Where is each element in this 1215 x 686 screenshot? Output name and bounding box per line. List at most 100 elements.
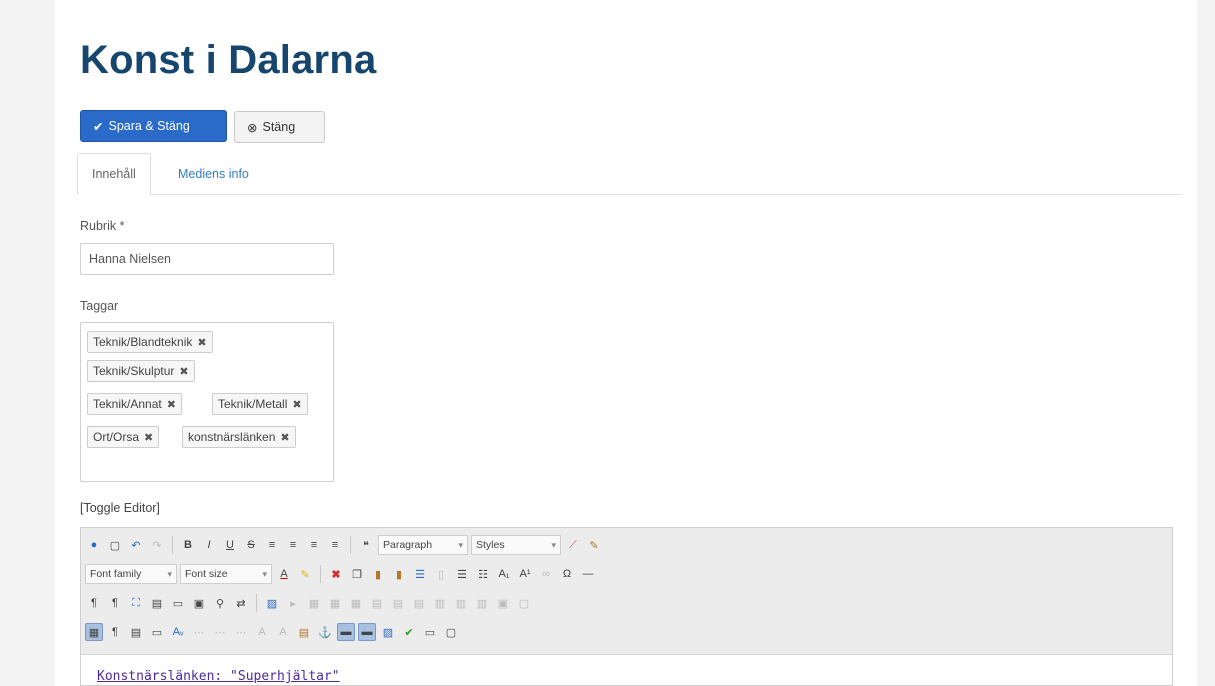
special-char-icon[interactable]: Ω [558, 565, 576, 583]
styles-select[interactable]: Styles ▾ [471, 535, 561, 555]
check-icon: ✔ [93, 119, 104, 134]
remove-tag-icon[interactable]: ✖ [280, 431, 289, 444]
insert-col-after-icon[interactable]: ▥ [452, 594, 470, 612]
tab-media-info[interactable]: Mediens info [164, 153, 263, 194]
tag-chip: Teknik/Annat ✖ [87, 393, 182, 415]
bullet-list-icon[interactable]: ☰ [453, 565, 471, 583]
save-icon[interactable]: ▣ [190, 594, 208, 612]
remove-tag-icon[interactable]: ✖ [144, 431, 153, 444]
font-size-select[interactable]: Font size ▾ [180, 564, 272, 584]
deletion-icon[interactable]: A [253, 623, 271, 641]
cite-icon[interactable]: ⋯ [190, 623, 208, 641]
font-family-select[interactable]: Font family ▾ [85, 564, 177, 584]
paste-icon[interactable]: ▮ [369, 565, 387, 583]
preview-icon[interactable]: ▤ [148, 594, 166, 612]
paste-word-icon[interactable]: ☰ [411, 565, 429, 583]
pagebreak-icon[interactable]: ▬ [358, 623, 376, 641]
toolbar-separator [350, 536, 351, 554]
tab-content[interactable]: Innehåll [77, 153, 151, 195]
show-blocks-icon[interactable]: ¶ [106, 623, 124, 641]
acronym-icon[interactable]: ⋯ [232, 623, 250, 641]
remove-tag-icon[interactable]: ✖ [292, 398, 301, 411]
abbr-icon[interactable]: ⋯ [211, 623, 229, 641]
delete-col-icon[interactable]: ▥ [473, 594, 491, 612]
styles-select-value: Styles [476, 539, 505, 551]
source-code-icon[interactable]: ▭ [421, 623, 439, 641]
table-cell-props-icon[interactable]: ▦ [347, 594, 365, 612]
remove-tag-icon[interactable]: ✖ [197, 336, 206, 349]
highlight-color-icon[interactable]: ✎ [296, 565, 314, 583]
content-link[interactable]: Konstnärslänken: "Superhjältar" [97, 669, 340, 684]
insert-date-icon[interactable]: ▤ [295, 623, 313, 641]
replace-icon[interactable]: ⇄ [232, 594, 250, 612]
align-justify-icon[interactable]: ≡ [326, 536, 344, 554]
remove-tag-icon[interactable]: ✖ [167, 398, 176, 411]
heading-input[interactable] [80, 243, 334, 275]
blockquote-icon[interactable]: ❝ [357, 536, 375, 554]
copy-icon[interactable]: ❐ [348, 565, 366, 583]
select-all-icon[interactable]: ▯ [432, 565, 450, 583]
readmore-icon[interactable]: ▬ [337, 623, 355, 641]
redo-icon[interactable]: ↷ [148, 536, 166, 554]
page-container: Konst i Dalarna ✔ Spara & Stäng ⊗ Stäng … [55, 0, 1197, 686]
toggle-editor-link[interactable]: [Toggle Editor] [80, 501, 160, 515]
link-icon[interactable]: ∞ [537, 565, 555, 583]
rich-text-editor: ● ▢ ↶ ↷ B I U S ≡ ≡ ≡ ≡ ❝ Paragraph ▾ St… [80, 527, 1173, 686]
cut-icon[interactable]: ✖ [327, 565, 345, 583]
find-icon[interactable]: ⚲ [211, 594, 229, 612]
anchor-icon[interactable]: ⚓ [316, 623, 334, 641]
text-color-icon[interactable]: A [275, 565, 293, 583]
underline-icon[interactable]: U [221, 536, 239, 554]
align-center-icon[interactable]: ≡ [284, 536, 302, 554]
format-select[interactable]: Paragraph ▾ [378, 535, 468, 555]
split-cells-icon[interactable]: ▣ [494, 594, 512, 612]
ltr-icon[interactable]: ¶ [85, 594, 103, 612]
layer-icon[interactable]: ▭ [148, 623, 166, 641]
tab-bar: Innehåll Mediens info [77, 153, 1182, 195]
toolbar-row: ● ▢ ↶ ↷ B I U S ≡ ≡ ≡ ≡ ❝ Paragraph ▾ St… [85, 533, 603, 557]
horizontal-rule-icon[interactable]: — [579, 565, 597, 583]
paste-text-icon[interactable]: ▮ [390, 565, 408, 583]
save-and-close-button[interactable]: ✔ Spara & Stäng [80, 110, 227, 142]
media-icon[interactable]: ▸ [284, 594, 302, 612]
insertion-icon[interactable]: A [274, 623, 292, 641]
strikethrough-icon[interactable]: S [242, 536, 260, 554]
toolbar-separator [172, 536, 173, 554]
frame-icon[interactable]: ▢ [442, 623, 460, 641]
tags-field[interactable]: Teknik/Blandteknik ✖ Teknik/Skulptur ✖ T… [80, 322, 334, 482]
close-button[interactable]: ⊗ Stäng [234, 111, 325, 143]
delete-row-icon[interactable]: ▤ [410, 594, 428, 612]
remove-format-icon[interactable]: ⟋ [564, 536, 582, 554]
tag-chip-label: Teknik/Blandteknik [93, 335, 193, 349]
align-left-icon[interactable]: ≡ [263, 536, 281, 554]
numbered-list-icon[interactable]: ☷ [474, 565, 492, 583]
remove-tag-icon[interactable]: ✖ [179, 365, 188, 378]
italic-icon[interactable]: I [200, 536, 218, 554]
merge-cells-icon[interactable]: ▢ [515, 594, 533, 612]
help-icon[interactable]: ● [85, 536, 103, 554]
insert-row-after-icon[interactable]: ▤ [389, 594, 407, 612]
spellcheck-icon[interactable]: Aᵥ [169, 623, 187, 641]
check-link-icon[interactable]: ✔ [400, 623, 418, 641]
cleanup-icon[interactable]: ✎ [585, 536, 603, 554]
visual-aid-icon[interactable]: ▦ [85, 623, 103, 641]
insert-col-before-icon[interactable]: ▥ [431, 594, 449, 612]
fullscreen-icon[interactable]: ⛶ [127, 594, 145, 612]
toolbar-row: ▦ ¶ ▤ ▭ Aᵥ ⋯ ⋯ ⋯ A A ▤ ⚓ ▬ ▬ ▨ ✔ ▭ ▢ [85, 620, 460, 644]
template-icon[interactable]: ▤ [127, 623, 145, 641]
insert-image-icon[interactable]: ▨ [379, 623, 397, 641]
table-icon[interactable]: ▦ [305, 594, 323, 612]
undo-icon[interactable]: ↶ [127, 536, 145, 554]
image-icon[interactable]: ▨ [263, 594, 281, 612]
table-row-props-icon[interactable]: ▦ [326, 594, 344, 612]
subscript-icon[interactable]: A₁ [495, 565, 513, 583]
bold-icon[interactable]: B [179, 536, 197, 554]
chevron-down-icon: ▾ [167, 568, 172, 579]
new-document-icon[interactable]: ▢ [106, 536, 124, 554]
format-select-value: Paragraph [383, 539, 433, 551]
superscript-icon[interactable]: A¹ [516, 565, 534, 583]
insert-row-before-icon[interactable]: ▤ [368, 594, 386, 612]
align-right-icon[interactable]: ≡ [305, 536, 323, 554]
rtl-icon[interactable]: ¶ [106, 594, 124, 612]
print-icon[interactable]: ▭ [169, 594, 187, 612]
